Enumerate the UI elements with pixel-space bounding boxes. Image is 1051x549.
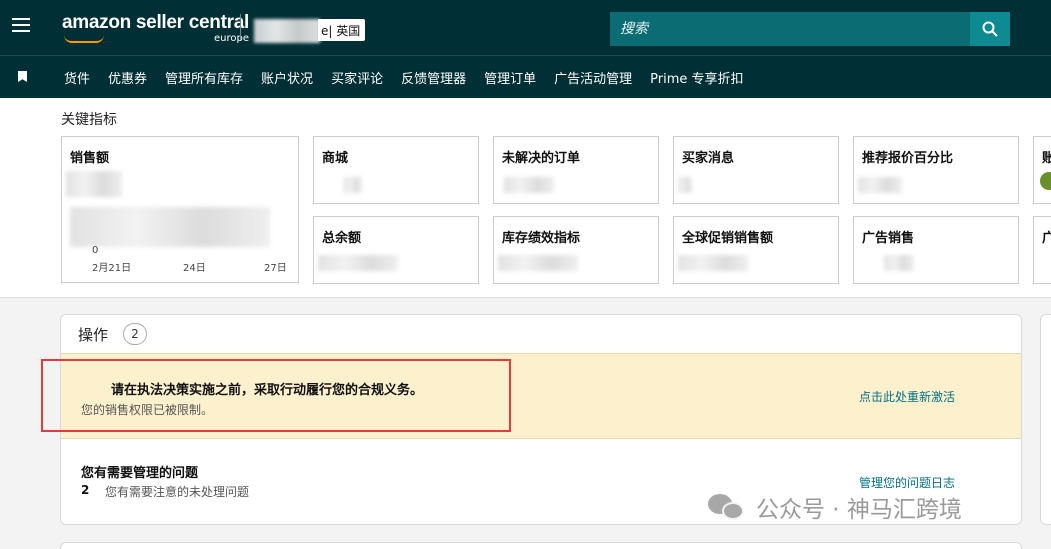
metric-value-redacted <box>504 177 554 193</box>
wechat-watermark: 公众号 · 神马汇跨境 <box>708 490 962 524</box>
sales-chart-redacted <box>70 207 270 247</box>
metric-card-label: 全球促销销售额 <box>682 231 774 246</box>
metric-card-account-health[interactable]: 账 <box>1033 136 1051 204</box>
metric-card-label: 账 <box>1042 147 1051 166</box>
nav-item-coupons[interactable]: 优惠券 <box>108 68 147 87</box>
metric-card-label: 买家消息 <box>682 151 735 166</box>
metric-value-redacted <box>318 255 398 271</box>
metric-value-redacted <box>858 177 902 193</box>
search-input[interactable] <box>610 12 970 46</box>
metric-card-buyer-messages[interactable]: 买家消息 <box>673 136 839 204</box>
chart-tick-label: 27日 <box>264 263 287 274</box>
metric-card-ad-sales[interactable]: 广告销售 <box>853 216 1019 284</box>
wechat-icon <box>708 492 748 522</box>
issues-title: 您有需要管理的问题 <box>81 466 199 481</box>
metric-card-label: 未解决的订单 <box>502 151 581 166</box>
metric-value-redacted <box>498 255 578 271</box>
search-icon <box>982 21 998 37</box>
red-highlight-box <box>41 359 511 432</box>
nav-item-prime-discounts[interactable]: Prime 专享折扣 <box>650 68 743 87</box>
metric-value-redacted <box>344 177 362 193</box>
brand-main-text: amazon seller central <box>62 12 249 33</box>
metric-card-open-orders[interactable]: 未解决的订单 <box>493 136 659 204</box>
amazon-smile-icon <box>64 35 104 43</box>
chart-tick-label: 2月21日 <box>92 263 132 274</box>
nav-item-campaign-manager[interactable]: 广告活动管理 <box>554 68 632 87</box>
metric-card-featured-offer[interactable]: 推荐报价百分比 <box>853 136 1019 204</box>
key-metrics-title: 关键指标 <box>61 112 117 128</box>
header-divider <box>240 14 241 40</box>
watermark-text: 公众号 · 神马汇跨境 <box>756 497 962 523</box>
nav-items: 货件 优惠券 管理所有库存 账户状况 买家评论 反馈管理器 管理订单 广告活动管… <box>64 68 762 87</box>
metric-card-total-balance[interactable]: 总余额 <box>313 216 479 284</box>
marketplace-switcher[interactable]: e| 英国 <box>318 19 366 41</box>
nav-item-shipments[interactable]: 货件 <box>64 68 90 87</box>
metric-card-label: 库存绩效指标 <box>502 231 581 246</box>
metric-value-redacted <box>678 177 692 193</box>
issues-subtitle: 您有需要注意的未处理问题 <box>105 485 250 499</box>
top-header: amazon seller central europe e| 英国 <box>0 0 1051 55</box>
key-metrics-section: 关键指标 销售额 0 2月21日 24日 27日 商城 未解决的订单 买家消息 … <box>0 98 1051 298</box>
reactivate-link[interactable]: 点击此处重新激活 <box>859 388 955 405</box>
side-panel-edge <box>1040 314 1051 525</box>
health-status-indicator <box>1040 172 1051 190</box>
nav-item-account-health[interactable]: 账户状况 <box>261 68 313 87</box>
metric-card-global-promotions[interactable]: 全球促销销售额 <box>673 216 839 284</box>
bookmark-nav-bar: 货件 优惠券 管理所有库存 账户状况 买家评论 反馈管理器 管理订单 广告活动管… <box>0 55 1051 98</box>
next-panel-edge <box>60 542 1022 549</box>
metric-card-label: 总余额 <box>322 231 362 246</box>
search-button[interactable] <box>970 12 1010 46</box>
store-name-redacted <box>254 19 320 43</box>
hamburger-menu-icon[interactable] <box>12 18 30 32</box>
search-bar <box>610 12 1010 46</box>
metric-card-label: 推荐报价百分比 <box>862 151 954 166</box>
brand-region-text: europe <box>213 33 249 44</box>
metric-value-redacted <box>884 255 914 271</box>
metric-card-label: 商城 <box>322 151 349 166</box>
metric-card-label: 广 <box>1042 227 1051 246</box>
metric-card-inventory-performance[interactable]: 库存绩效指标 <box>493 216 659 284</box>
metric-card-label: 广告销售 <box>862 231 915 246</box>
chart-axis-zero: 0 <box>92 245 99 256</box>
bookmark-icon[interactable] <box>18 71 27 82</box>
marketplace-label: | 英国 <box>328 24 361 38</box>
nav-item-customer-reviews[interactable]: 买家评论 <box>331 68 383 87</box>
metric-card-partial[interactable]: 广 <box>1033 216 1051 284</box>
nav-item-manage-inventory[interactable]: 管理所有库存 <box>165 68 243 87</box>
nav-item-feedback-manager[interactable]: 反馈管理器 <box>401 68 466 87</box>
amazon-seller-central-logo[interactable]: amazon seller central europe <box>62 12 249 44</box>
chart-tick-label: 24日 <box>183 263 206 274</box>
metric-card-marketplace[interactable]: 商城 <box>313 136 479 204</box>
sales-card[interactable]: 销售额 0 2月21日 24日 27日 <box>61 136 299 283</box>
actions-count-badge: 2 <box>123 323 147 345</box>
metric-value-redacted <box>678 255 748 271</box>
nav-item-manage-orders[interactable]: 管理订单 <box>484 68 536 87</box>
actions-title: 操作 <box>78 326 109 344</box>
issues-count: 2 <box>81 483 90 497</box>
manage-issue-log-link[interactable]: 管理您的问题日志 <box>859 474 955 491</box>
sales-value-redacted <box>66 171 122 197</box>
sales-card-label: 销售额 <box>70 151 110 166</box>
